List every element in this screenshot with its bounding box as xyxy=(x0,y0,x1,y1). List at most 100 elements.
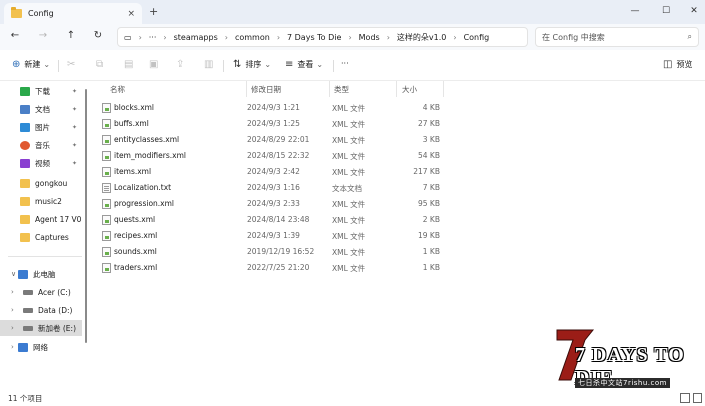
view-icon: ≡ xyxy=(285,59,294,70)
table-row[interactable]: item_modifiers.xml 2024/8/15 22:32 XML 文… xyxy=(97,148,443,164)
up-button[interactable]: ↑ xyxy=(64,30,78,41)
breadcrumb-separator: › xyxy=(386,32,390,42)
sidebar-item-this-pc[interactable]: ∨ 此电脑 xyxy=(0,266,82,282)
back-button[interactable]: ← xyxy=(8,30,22,41)
file-type: XML 文件 xyxy=(332,248,366,257)
tab-title: Config xyxy=(28,9,54,18)
table-row[interactable]: quests.xml 2024/8/14 23:48 XML 文件 2 KB xyxy=(97,212,443,228)
delete-button[interactable]: ▥ xyxy=(204,59,217,70)
column-divider[interactable] xyxy=(246,81,247,97)
tab-config[interactable]: Config × xyxy=(4,3,142,24)
sidebar-item-pictures[interactable]: 图片 ✦ xyxy=(0,119,82,135)
file-type: XML 文件 xyxy=(332,200,366,209)
table-row[interactable]: items.xml 2024/9/3 2:42 XML 文件 217 KB xyxy=(97,164,443,180)
rename-button[interactable]: ▣ xyxy=(149,59,162,70)
preview-button[interactable]: ◫ 预览 xyxy=(663,59,692,70)
forward-button[interactable]: → xyxy=(36,30,50,41)
xml-file-icon xyxy=(102,263,111,273)
table-row[interactable]: sounds.xml 2019/12/19 16:52 XML 文件 1 KB xyxy=(97,244,443,260)
navigation-pane: 下载 ✦ 文档 ✦ 图片 ✦ 音乐 ✦ 视频 ✦ gongkou music2 … xyxy=(0,81,89,390)
chevron-right-icon[interactable]: › xyxy=(11,324,14,332)
table-row[interactable]: progression.xml 2024/9/3 2:33 XML 文件 95 … xyxy=(97,196,443,212)
column-header-date[interactable]: 修改日期 xyxy=(251,84,281,95)
minimize-button[interactable]: — xyxy=(625,3,645,19)
chevron-down-icon: ⌄ xyxy=(264,60,272,69)
chevron-right-icon[interactable]: › xyxy=(11,306,14,314)
column-header-name[interactable]: 名称 xyxy=(110,84,125,95)
column-divider[interactable] xyxy=(396,81,397,97)
preview-label: 预览 xyxy=(676,60,693,69)
breadcrumb-common[interactable]: common xyxy=(235,33,270,42)
breadcrumb-config[interactable]: Config xyxy=(464,33,490,42)
tab-close-icon[interactable]: × xyxy=(127,9,135,19)
breadcrumb-overflow[interactable]: ··· xyxy=(149,33,157,42)
file-size: 1 KB xyxy=(422,263,440,272)
file-date: 2024/8/14 23:48 xyxy=(247,215,310,224)
file-name: recipes.xml xyxy=(114,231,158,240)
view-button[interactable]: ≡ 查看 ⌄ xyxy=(285,59,323,70)
sidebar-item-label: 此电脑 xyxy=(33,269,56,279)
sort-button[interactable]: ⇅ 排序 ⌄ xyxy=(233,59,271,70)
command-bar: ⊕ 新建 ⌄ ✂ ⧉ ▤ ▣ ⇪ ▥ ⇅ 排序 ⌄ ≡ 查看 ⌄ ··· ◫ 预… xyxy=(0,50,705,81)
chevron-right-icon[interactable]: › xyxy=(11,343,14,351)
file-name: item_modifiers.xml xyxy=(114,151,186,160)
refresh-button[interactable]: ↻ xyxy=(91,30,105,41)
column-header-size[interactable]: 大小 xyxy=(402,84,417,95)
more-options-button[interactable]: ··· xyxy=(341,59,349,68)
sidebar-item-gongkou[interactable]: gongkou xyxy=(0,175,82,191)
file-date: 2024/8/15 22:32 xyxy=(247,151,310,160)
breadcrumb-mod-folder[interactable]: 这样的朵v1.0 xyxy=(397,32,446,43)
folder-icon xyxy=(20,178,30,188)
sidebar-item-drive-d[interactable]: › Data (D:) xyxy=(0,302,82,318)
chevron-down-icon[interactable]: ∨ xyxy=(11,270,16,278)
paste-button[interactable]: ▤ xyxy=(124,59,137,70)
sidebar-item-network[interactable]: › 网络 xyxy=(0,339,82,355)
divider xyxy=(223,60,224,72)
sidebar-item-label: 文档 xyxy=(35,104,50,114)
sidebar-item-label: 图片 xyxy=(35,122,50,132)
sidebar-item-videos[interactable]: 视频 ✦ xyxy=(0,155,82,171)
breadcrumb-7-days-to-die[interactable]: 7 Days To Die xyxy=(287,33,341,42)
sidebar-item-drive-e[interactable]: › 新加卷 (E:) xyxy=(0,320,82,336)
sidebar-item-captures[interactable]: Captures xyxy=(0,229,82,245)
close-window-button[interactable]: ✕ xyxy=(684,3,704,19)
column-divider[interactable] xyxy=(443,81,444,97)
file-type: XML 文件 xyxy=(332,104,366,113)
table-row[interactable]: entityclasses.xml 2024/8/29 22:01 XML 文件… xyxy=(97,132,443,148)
chevron-right-icon[interactable]: › xyxy=(11,288,14,296)
cut-button[interactable]: ✂ xyxy=(67,59,79,70)
search-input[interactable]: 在 Config 中搜索 ⌕ xyxy=(535,27,699,47)
divider xyxy=(333,60,334,72)
sidebar-item-music[interactable]: 音乐 ✦ xyxy=(0,137,82,153)
maximize-button[interactable]: ☐ xyxy=(656,3,676,19)
share-button[interactable]: ⇪ xyxy=(176,59,188,70)
column-divider[interactable] xyxy=(329,81,330,97)
sidebar-item-label: music2 xyxy=(35,196,62,206)
sidebar-item-documents[interactable]: 文档 ✦ xyxy=(0,101,82,117)
breadcrumb[interactable]: ▭ › ··· › steamapps › common › 7 Days To… xyxy=(117,27,528,47)
table-row[interactable]: recipes.xml 2024/9/3 1:39 XML 文件 19 KB xyxy=(97,228,443,244)
sidebar-item-music2[interactable]: music2 xyxy=(0,193,82,209)
breadcrumb-steamapps[interactable]: steamapps xyxy=(174,33,218,42)
sort-label: 排序 xyxy=(245,60,262,69)
computer-icon[interactable]: ▭ xyxy=(124,33,132,42)
sidebar-scrollbar[interactable] xyxy=(85,89,87,343)
item-count: 11 个项目 xyxy=(8,394,43,403)
file-date: 2024/9/3 1:16 xyxy=(247,183,300,192)
sidebar-item-drive-c[interactable]: › Acer (C:) xyxy=(0,284,82,300)
tiles-view-icon[interactable] xyxy=(693,393,702,403)
preview-pane-icon: ◫ xyxy=(663,59,673,70)
table-row[interactable]: buffs.xml 2024/9/3 1:25 XML 文件 27 KB xyxy=(97,116,443,132)
table-row[interactable]: traders.xml 2022/7/25 21:20 XML 文件 1 KB xyxy=(97,260,443,276)
sidebar-item-downloads[interactable]: 下载 ✦ xyxy=(0,83,82,99)
sidebar-item-agent17[interactable]: Agent 17 V0.24 xyxy=(0,211,82,227)
details-view-icon[interactable] xyxy=(680,393,690,403)
music-icon xyxy=(20,140,30,150)
column-header-type[interactable]: 类型 xyxy=(334,84,349,95)
new-tab-button[interactable]: + xyxy=(149,5,158,18)
copy-button[interactable]: ⧉ xyxy=(96,59,107,70)
table-row[interactable]: blocks.xml 2024/9/3 1:21 XML 文件 4 KB xyxy=(97,100,443,116)
breadcrumb-mods[interactable]: Mods xyxy=(359,33,380,42)
new-button[interactable]: ⊕ 新建 ⌄ xyxy=(12,59,50,70)
table-row[interactable]: Localization.txt 2024/9/3 1:16 文本文档 7 KB xyxy=(97,180,443,196)
